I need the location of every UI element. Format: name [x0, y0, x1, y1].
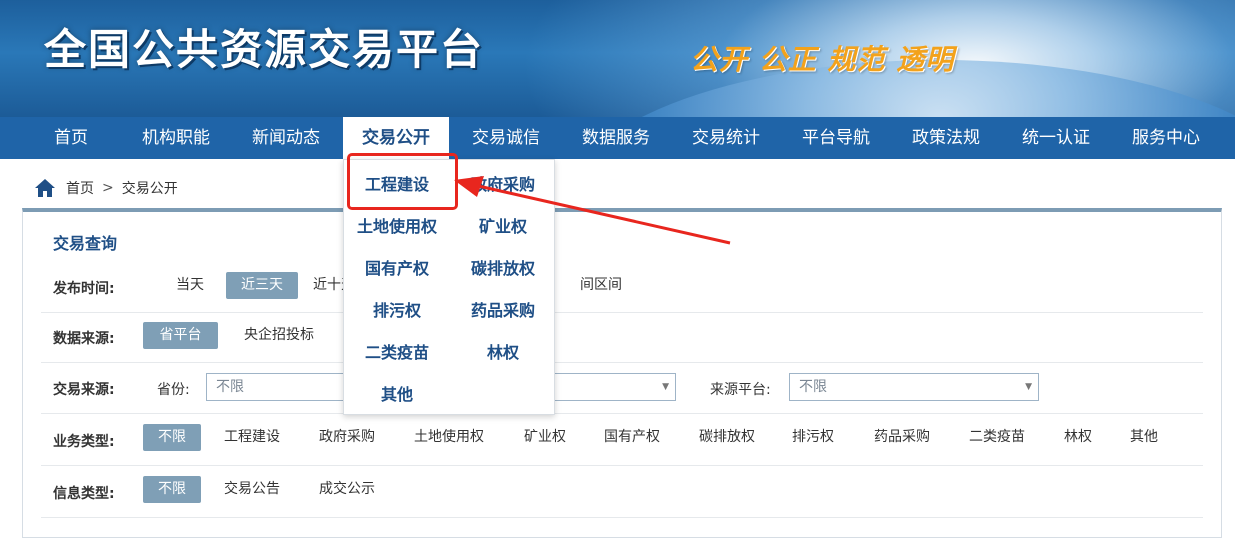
nav-item-statistics[interactable]: 交易统计	[680, 117, 772, 159]
chevron-down-icon: ▼	[662, 382, 669, 392]
site-title: 全国公共资源交易平台	[44, 25, 485, 74]
option-forest-right[interactable]: 林权	[1057, 424, 1099, 451]
nav-item-integrity[interactable]: 交易诚信	[460, 117, 552, 159]
option-other[interactable]: 其他	[1123, 424, 1165, 451]
dropdown-item-forest-right[interactable]: 林权	[450, 332, 556, 374]
option-engineering[interactable]: 工程建设	[217, 424, 287, 451]
panel-title: 交易查询	[53, 234, 118, 253]
source-platform-label: 来源平台:	[710, 382, 771, 398]
option-info-any[interactable]: 不限	[143, 476, 201, 503]
filter-row-data-source: 数据来源: 省平台 央企招投标	[41, 313, 1203, 363]
province-label: 省份:	[157, 382, 190, 398]
annotation-arrow-icon	[454, 176, 731, 245]
dropdown-item-carbon-emission[interactable]: 碳排放权	[450, 248, 556, 290]
data-source-label: 数据来源:	[53, 331, 115, 347]
option-land-use-right[interactable]: 土地使用权	[407, 424, 491, 451]
business-type-label: 业务类型:	[53, 434, 115, 450]
info-type-label: 信息类型:	[53, 486, 115, 502]
main-nav: 首页 机构职能 新闻动态 交易公开 交易诚信 数据服务 交易统计 平台导航 政策…	[0, 117, 1235, 159]
nav-item-policy[interactable]: 政策法规	[900, 117, 992, 159]
nav-item-service-center[interactable]: 服务中心	[1120, 117, 1212, 159]
nav-item-unified-auth[interactable]: 统一认证	[1010, 117, 1102, 159]
option-state-property[interactable]: 国有产权	[597, 424, 667, 451]
option-business-any[interactable]: 不限	[143, 424, 201, 451]
breadcrumb-separator: >	[102, 180, 114, 196]
option-drug-procurement[interactable]: 药品采购	[867, 424, 937, 451]
option-class-two-vaccine[interactable]: 二类疫苗	[962, 424, 1032, 451]
site-slogan: 公开 公正 规范 透明	[690, 43, 955, 76]
nav-item-functions[interactable]: 机构职能	[130, 117, 222, 159]
source-platform-select-value: 不限	[799, 379, 827, 395]
dropdown-item-state-property[interactable]: 国有产权	[344, 248, 450, 290]
option-trade-announcement[interactable]: 交易公告	[217, 476, 287, 503]
option-gov-procurement[interactable]: 政府采购	[312, 424, 382, 451]
option-provincial-platform[interactable]: 省平台	[143, 322, 218, 349]
option-today[interactable]: 当天	[165, 272, 215, 299]
annotation-highlight-box	[347, 153, 458, 210]
option-mining-right[interactable]: 矿业权	[517, 424, 573, 451]
option-time-range[interactable]: 间区间	[571, 272, 631, 299]
trade-source-label: 交易来源:	[53, 382, 115, 398]
filter-row-trade-source: 交易来源: 省份: 不限 ▼ 来源平台: 不限 ▼	[41, 363, 1203, 414]
header-banner: 全国公共资源交易平台 公开 公正 规范 透明	[0, 0, 1235, 117]
filter-row-publish-time: 发布时间: 当天 近三天 近十天 间区间	[41, 264, 1203, 313]
province-select-value: 不限	[216, 379, 244, 395]
dropdown-item-drug-procurement[interactable]: 药品采购	[450, 290, 556, 332]
nav-item-platform-nav[interactable]: 平台导航	[790, 117, 882, 159]
nav-item-news[interactable]: 新闻动态	[240, 117, 332, 159]
trade-query-panel: 交易查询 发布时间: 当天 近三天 近十天 间区间 数据来源: 省平台 央企招投…	[22, 208, 1222, 538]
home-icon[interactable]	[34, 178, 56, 198]
dropdown-item-pollution-right[interactable]: 排污权	[344, 290, 450, 332]
breadcrumb-current: 交易公开	[121, 181, 178, 197]
dropdown-item-other[interactable]: 其他	[344, 374, 450, 416]
breadcrumb: 首页 > 交易公开	[34, 176, 178, 200]
source-platform-select[interactable]: 不限 ▼	[789, 373, 1039, 401]
dropdown-item-class-two-vaccine[interactable]: 二类疫苗	[344, 332, 450, 374]
publish-time-label: 发布时间:	[53, 281, 115, 297]
filter-row-business-type: 业务类型: 不限 工程建设 政府采购 土地使用权 矿业权 国有产权 碳排放权 排…	[41, 414, 1203, 466]
option-central-enterprise-bidding[interactable]: 央企招投标	[234, 322, 324, 349]
filter-row-info-type: 信息类型: 不限 交易公告 成交公示	[41, 466, 1203, 518]
chevron-down-icon: ▼	[1025, 382, 1032, 392]
nav-item-data-service[interactable]: 数据服务	[570, 117, 662, 159]
nav-item-home[interactable]: 首页	[32, 117, 110, 159]
breadcrumb-home[interactable]: 首页	[66, 178, 94, 198]
option-pollution-right[interactable]: 排污权	[785, 424, 841, 451]
option-deal-publicity[interactable]: 成交公示	[312, 476, 382, 503]
option-last-three-days[interactable]: 近三天	[226, 272, 298, 299]
dropdown-item-land-use-right[interactable]: 土地使用权	[344, 206, 450, 248]
option-carbon-emission[interactable]: 碳排放权	[692, 424, 762, 451]
